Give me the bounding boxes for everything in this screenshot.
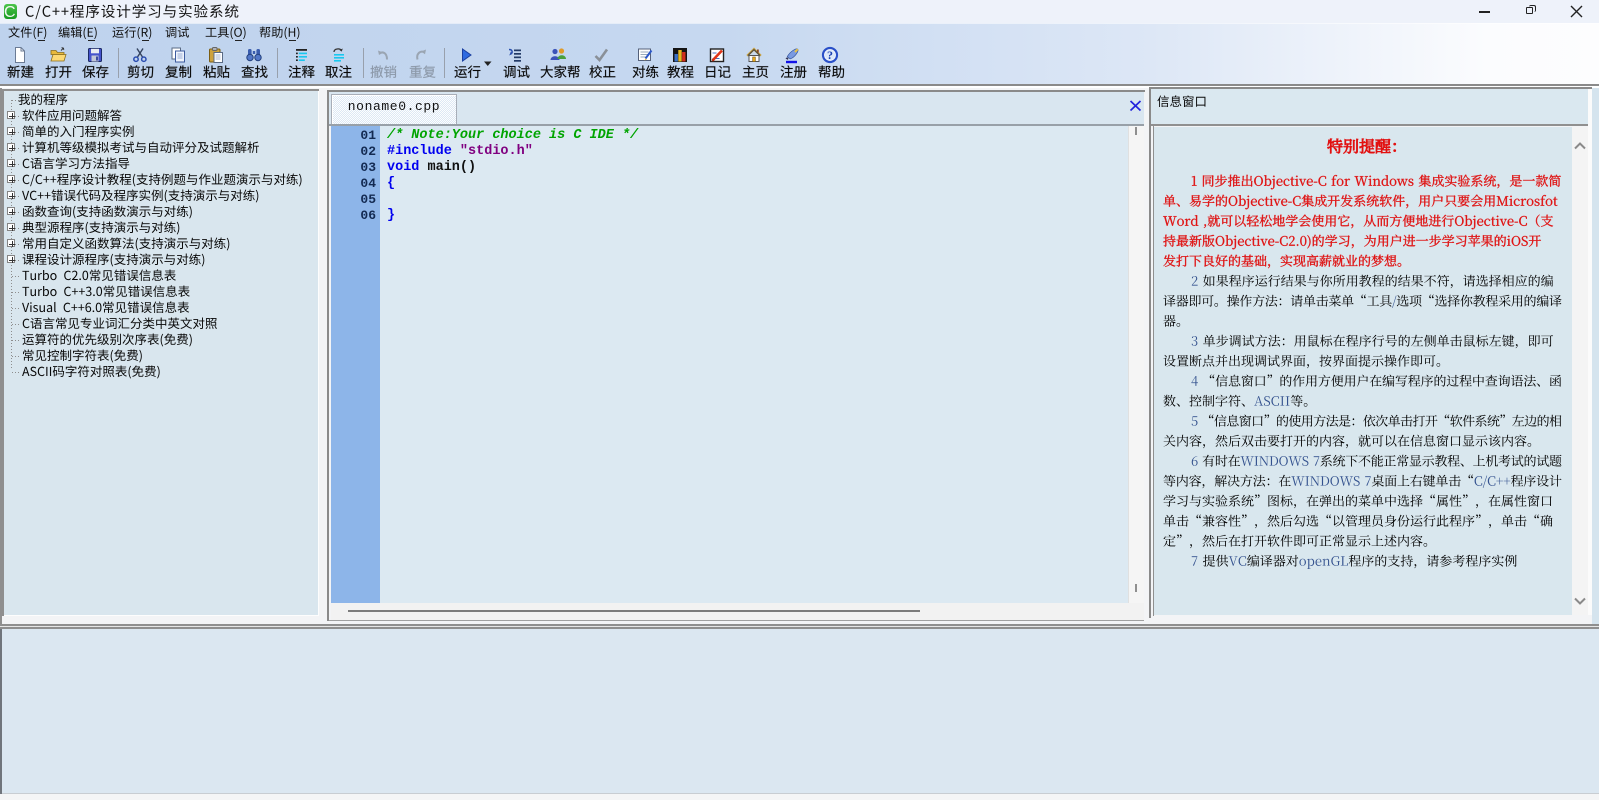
svg-text:?: ? bbox=[827, 48, 833, 62]
